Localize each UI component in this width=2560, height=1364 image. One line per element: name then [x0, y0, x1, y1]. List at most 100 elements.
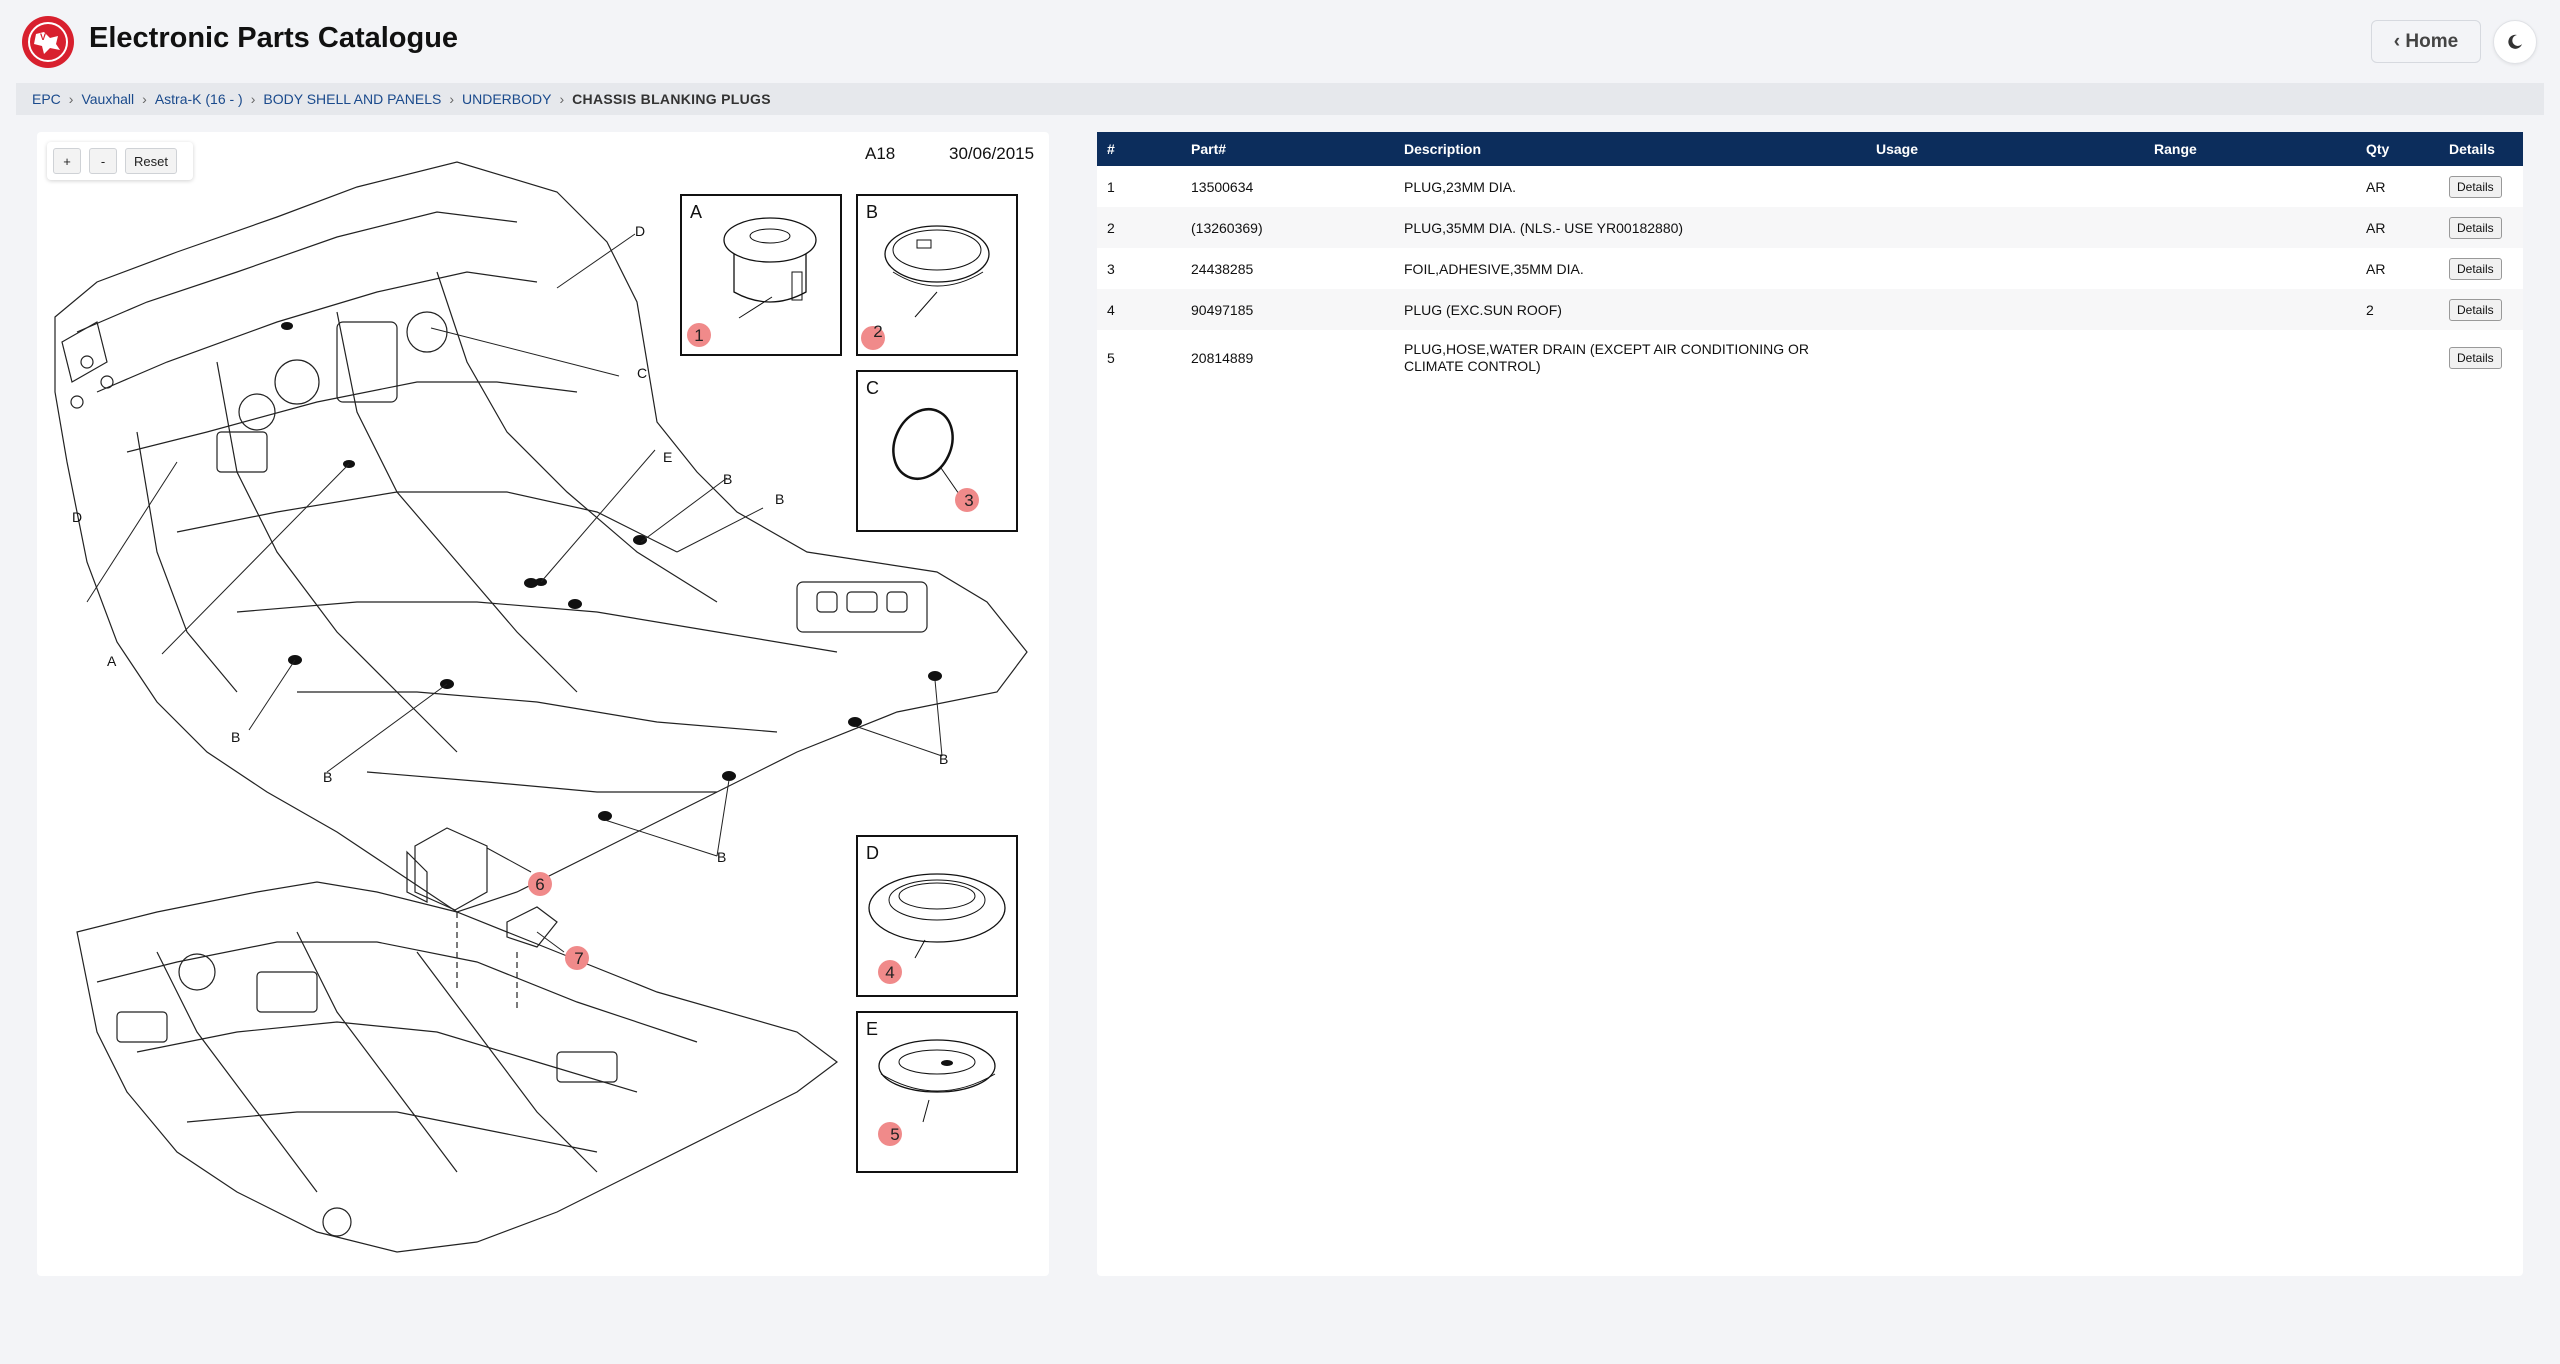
- column-header-num: #: [1107, 141, 1115, 157]
- detail-box-c: C: [856, 370, 1018, 532]
- zoom-out-button[interactable]: -: [89, 148, 117, 174]
- moon-icon: [2508, 34, 2522, 49]
- exploded-parts-diagram[interactable]: D C D E B B A B B B B A B C D E 1 2 3 4 …: [37, 132, 1049, 1276]
- breadcrumb-item-epc[interactable]: EPC: [32, 91, 61, 107]
- breadcrumb-item-model[interactable]: Astra-K (16 - ): [155, 91, 243, 107]
- cell-part: 90497185: [1191, 301, 1254, 318]
- svg-text:2: 2: [873, 322, 882, 341]
- cell-details: Details: [2439, 289, 2523, 330]
- table-row[interactable]: 3 24438285 FOIL,ADHESIVE,35MM DIA. AR De…: [1097, 248, 2523, 289]
- leader-label: B: [717, 849, 726, 865]
- svg-text:1: 1: [694, 326, 703, 345]
- table-header-row: # Part# Description Usage Range Qty Deta…: [1097, 132, 2523, 166]
- cell-part: 13500634: [1191, 178, 1254, 195]
- leader-label: B: [231, 729, 240, 745]
- reset-zoom-button[interactable]: Reset: [125, 148, 177, 174]
- cell-part: (13260369): [1191, 219, 1263, 236]
- breadcrumb-item-category[interactable]: BODY SHELL AND PANELS: [263, 91, 441, 107]
- diagram-date: 30/06/2015: [949, 144, 1035, 163]
- cell-part: 20814889: [1191, 350, 1254, 366]
- cell-qty: 2: [2366, 301, 2374, 318]
- parts-table: # Part# Description Usage Range Qty Deta…: [1097, 132, 2523, 386]
- breadcrumb-separator: ›: [250, 91, 256, 107]
- callout-7[interactable]: 7: [565, 946, 589, 970]
- column-header-part: Part#: [1191, 141, 1227, 157]
- cell-description: PLUG,35MM DIA. (NLS.- USE YR00182880): [1404, 219, 1684, 236]
- callout-5[interactable]: 5: [878, 1122, 902, 1146]
- cell-details: Details: [2439, 248, 2523, 289]
- breadcrumb-separator: ›: [142, 91, 147, 107]
- table-row[interactable]: 4 90497185 PLUG (EXC.SUN ROOF) 2 Details: [1097, 289, 2523, 330]
- cell-usage: [1866, 207, 2144, 248]
- app-header: V Electronic Parts Catalogue ‹ Home: [0, 0, 2560, 82]
- breadcrumb-separator: ›: [559, 91, 565, 107]
- leader-label: A: [107, 653, 117, 669]
- callout-3[interactable]: 3: [955, 488, 979, 512]
- cell-details: Details: [2439, 207, 2523, 248]
- cell-range: [2144, 330, 2356, 386]
- table-row[interactable]: 1 13500634 PLUG,23MM DIA. AR Details: [1097, 166, 2523, 207]
- cell-range: [2144, 207, 2356, 248]
- svg-text:C: C: [866, 378, 879, 398]
- cell-range: [2144, 289, 2356, 330]
- callout-6[interactable]: 6: [528, 872, 552, 896]
- cell-qty: [2356, 330, 2439, 386]
- cell-num: 5: [1107, 350, 1115, 366]
- parts-panel: # Part# Description Usage Range Qty Deta…: [1097, 132, 2523, 1276]
- cell-description: PLUG,23MM DIA.: [1404, 178, 1517, 195]
- svg-text:6: 6: [535, 875, 544, 894]
- leader-label: B: [939, 751, 948, 767]
- column-header-range: Range: [2154, 141, 2197, 157]
- svg-text:5: 5: [890, 1125, 899, 1144]
- cell-description: PLUG,HOSE,WATER DRAIN (EXCEPT AIR CONDIT…: [1404, 341, 1810, 374]
- diagram-panel: D C D E B B A B B B B A B C D E 1 2 3 4 …: [37, 132, 1049, 1276]
- cell-range: [2144, 166, 2356, 207]
- cell-usage: [1866, 248, 2144, 289]
- cell-num: 4: [1107, 301, 1115, 318]
- cell-usage: [1866, 330, 2144, 386]
- cell-details: Details: [2439, 330, 2523, 386]
- cell-usage: [1866, 289, 2144, 330]
- cell-range: [2144, 248, 2356, 289]
- details-button[interactable]: Details: [2449, 257, 2502, 280]
- zoom-in-button[interactable]: +: [53, 148, 81, 174]
- svg-text:V: V: [40, 32, 46, 42]
- svg-text:D: D: [866, 843, 879, 863]
- cell-details: Details: [2439, 166, 2523, 207]
- cell-qty: AR: [2366, 219, 2386, 236]
- svg-text:E: E: [866, 1019, 878, 1039]
- breadcrumb-separator: ›: [68, 91, 74, 107]
- cell-part: 24438285: [1191, 260, 1254, 277]
- breadcrumb-current: CHASSIS BLANKING PLUGS: [572, 91, 771, 107]
- diagram-code: A18: [865, 144, 896, 163]
- column-header-qty: Qty: [2366, 141, 2390, 157]
- cell-qty: AR: [2366, 178, 2386, 195]
- breadcrumb-item-subcategory[interactable]: UNDERBODY: [462, 91, 551, 107]
- breadcrumb-item-vauxhall[interactable]: Vauxhall: [81, 91, 134, 107]
- breadcrumb: EPC › Vauxhall › Astra-K (16 - ) › BODY …: [16, 83, 2544, 115]
- cell-qty: AR: [2366, 260, 2386, 277]
- svg-text:B: B: [866, 202, 878, 222]
- details-button[interactable]: Details: [2449, 298, 2502, 321]
- callout-1[interactable]: 1: [687, 323, 711, 347]
- details-button[interactable]: Details: [2449, 216, 2502, 239]
- table-row[interactable]: 2 (13260369) PLUG,35MM DIA. (NLS.- USE Y…: [1097, 207, 2523, 248]
- column-header-details: Details: [2449, 141, 2495, 157]
- svg-text:3: 3: [964, 491, 973, 510]
- cell-description: FOIL,ADHESIVE,35MM DIA.: [1404, 260, 1584, 277]
- callout-4[interactable]: 4: [878, 960, 902, 984]
- svg-text:4: 4: [885, 963, 894, 982]
- leader-label: E: [663, 449, 672, 465]
- cell-num: 3: [1107, 260, 1115, 277]
- vauxhall-logo-icon[interactable]: V: [22, 16, 74, 68]
- table-row[interactable]: 5 20814889 PLUG,HOSE,WATER DRAIN (EXCEPT…: [1097, 330, 2523, 386]
- app-title: Electronic Parts Catalogue: [89, 22, 459, 54]
- svg-text:A: A: [690, 202, 702, 222]
- zoom-controls: + - Reset: [47, 142, 193, 180]
- home-button[interactable]: ‹ Home: [2371, 20, 2481, 63]
- theme-toggle-button[interactable]: [2493, 20, 2537, 64]
- column-header-description: Description: [1404, 141, 1482, 157]
- cell-num: 1: [1107, 178, 1115, 195]
- details-button[interactable]: Details: [2449, 175, 2502, 198]
- details-button[interactable]: Details: [2449, 347, 2502, 369]
